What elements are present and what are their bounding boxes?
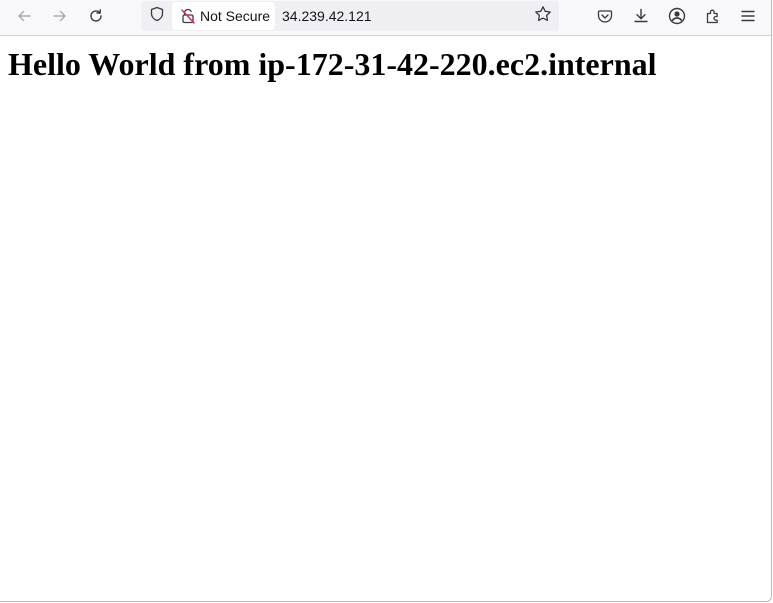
hamburger-menu-icon xyxy=(740,8,756,24)
browser-toolbar: Not Secure 34.239.42.121 xyxy=(0,0,771,36)
extensions-button[interactable] xyxy=(698,2,728,30)
reload-icon xyxy=(88,8,104,24)
arrow-right-icon xyxy=(52,8,68,24)
site-identity-button[interactable]: Not Secure xyxy=(172,2,275,30)
page-content: Hello World from ip-172-31-42-220.ec2.in… xyxy=(0,36,771,601)
account-icon xyxy=(668,7,686,25)
address-bar[interactable]: Not Secure 34.239.42.121 xyxy=(141,1,559,31)
account-button[interactable] xyxy=(662,2,692,30)
bookmark-button[interactable] xyxy=(533,5,553,28)
forward-button[interactable] xyxy=(45,2,75,30)
not-secure-label: Not Secure xyxy=(200,8,271,24)
tracking-protection-button[interactable] xyxy=(147,6,167,26)
back-button[interactable] xyxy=(9,2,39,30)
puzzle-icon xyxy=(705,8,721,24)
download-icon xyxy=(633,8,649,24)
broken-lock-icon xyxy=(180,8,196,24)
reload-button[interactable] xyxy=(81,2,111,30)
url-input[interactable]: 34.239.42.121 xyxy=(282,8,372,24)
arrow-left-icon xyxy=(16,8,32,24)
shield-icon xyxy=(149,6,165,27)
page-heading: Hello World from ip-172-31-42-220.ec2.in… xyxy=(8,46,657,82)
pocket-icon xyxy=(597,8,613,24)
pocket-button[interactable] xyxy=(590,2,620,30)
app-menu-button[interactable] xyxy=(733,2,763,30)
downloads-button[interactable] xyxy=(626,2,656,30)
star-icon xyxy=(534,5,552,28)
browser-window: Not Secure 34.239.42.121 Hello World fro… xyxy=(0,0,772,602)
